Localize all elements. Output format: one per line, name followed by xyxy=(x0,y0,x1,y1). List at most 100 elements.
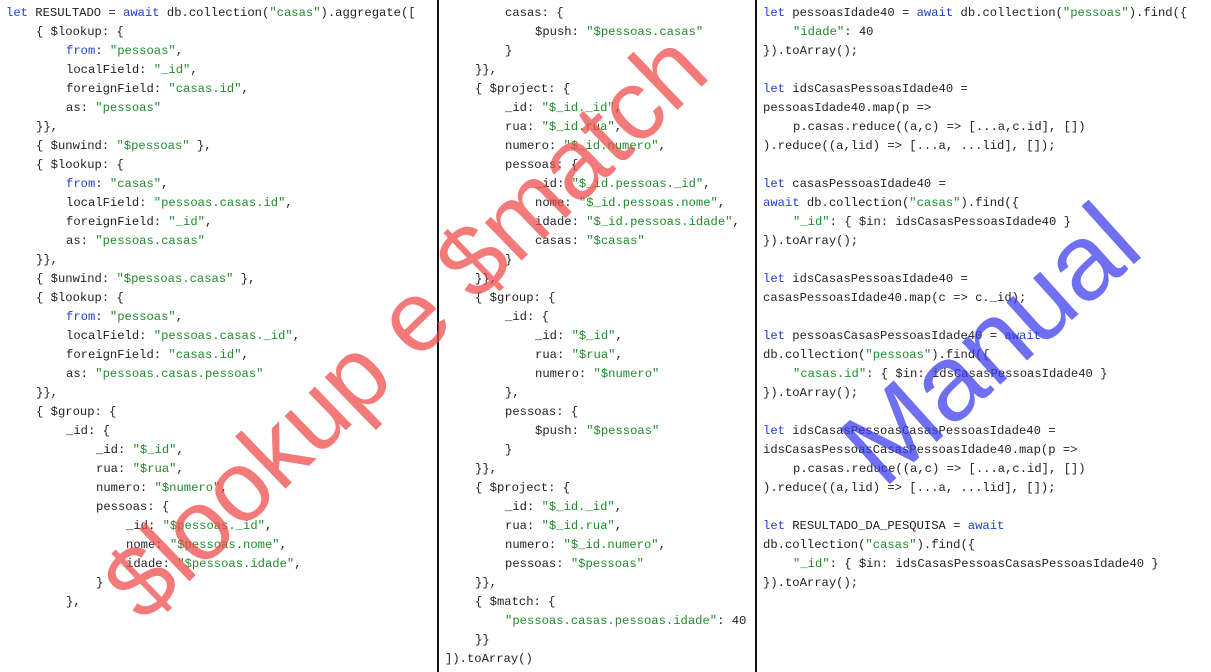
code-column-aggregate-part1: let RESULTADO = await db.collection("cas… xyxy=(0,0,437,672)
code-text: db.collection( xyxy=(763,348,866,362)
code-string: "casas.id" xyxy=(168,82,242,96)
code-text: , xyxy=(615,348,623,362)
code-text: foreignField: xyxy=(66,82,169,96)
code-line: pessoas: "$pessoas" xyxy=(505,555,644,574)
code-text: numero: xyxy=(535,367,594,381)
code-string: "pessoas.casas.pessoas.idade" xyxy=(505,614,718,628)
code-line: idade: "$pessoas.idade", xyxy=(126,555,302,574)
code-string: "$_id.pessoas._id" xyxy=(571,177,704,191)
code-text: pessoasIdade40.map(p => xyxy=(763,101,932,115)
code-line: await db.collection("casas").find({ xyxy=(763,194,1019,213)
code-line: } xyxy=(505,251,512,270)
code-line: $push: "$pessoas" xyxy=(535,422,659,441)
code-text: ).find({ xyxy=(916,538,976,552)
code-string: "_id" xyxy=(793,215,830,229)
code-text: rua: xyxy=(505,120,542,134)
code-text: , xyxy=(176,462,184,476)
code-string: "$_id._id" xyxy=(541,101,615,115)
code-text: }}, xyxy=(475,576,497,590)
code-line: }, xyxy=(505,384,520,403)
code-text: , xyxy=(717,196,726,210)
code-string: "pessoas.casas._id" xyxy=(153,329,293,343)
code-string: "pessoas" xyxy=(865,348,932,362)
code-line: }}, xyxy=(475,61,497,80)
code-text: }, xyxy=(189,139,212,153)
code-line: { $group: { xyxy=(36,403,116,422)
code-text: nome: xyxy=(126,538,170,552)
code-line: numero: "$numero" xyxy=(535,365,659,384)
code-text: , xyxy=(615,329,623,343)
code-text: , xyxy=(614,101,623,115)
code-string: "idade" xyxy=(793,25,845,39)
code-line: let idsCasasPessoasIdade40 = xyxy=(763,270,968,289)
code-text: { $project: { xyxy=(475,481,571,495)
code-keyword: await xyxy=(967,519,1005,533)
code-text: , xyxy=(614,500,623,514)
code-text: _id: xyxy=(505,500,542,514)
code-text: pessoas: { xyxy=(505,158,579,172)
code-string: "$_id.pessoas.nome" xyxy=(578,196,718,210)
code-text: }).toArray(); xyxy=(763,576,859,590)
code-line: { $unwind: "$pessoas" }, xyxy=(36,137,212,156)
code-text: idsCasasPessoasIdade40 = xyxy=(784,272,968,286)
code-text: numero: xyxy=(505,139,564,153)
code-text: , xyxy=(614,120,623,134)
code-text: numero: xyxy=(96,481,155,495)
code-text: localField: xyxy=(66,63,154,77)
code-line: casas: { xyxy=(505,4,564,23)
code-line: "_id": { $in: idsCasasPessoasIdade40 } xyxy=(793,213,1071,232)
code-string: "$rua" xyxy=(132,462,177,476)
code-text: , xyxy=(175,310,184,324)
code-line: _id: "$_id._id", xyxy=(505,99,622,118)
code-text: : 40 xyxy=(844,25,874,39)
code-text: $push: xyxy=(535,424,587,438)
code-string: "$pessoas.casas" xyxy=(116,272,234,286)
code-text: : xyxy=(95,310,110,324)
code-text: idsCasasPessoasCasasPessoasIdade40 = xyxy=(784,424,1056,438)
code-string: "$pessoas.nome" xyxy=(169,538,280,552)
code-line: localField: "_id", xyxy=(66,61,198,80)
code-line: from: "pessoas", xyxy=(66,308,183,327)
code-text: , xyxy=(294,557,302,571)
code-line: "pessoas.casas.pessoas.idade": 40 xyxy=(505,612,746,631)
code-text: , xyxy=(175,44,184,58)
code-line: }}, xyxy=(36,251,58,270)
code-text: ).aggregate([ xyxy=(320,6,416,20)
code-line: _id: { xyxy=(505,308,549,327)
code-line: from: "casas", xyxy=(66,175,168,194)
code-text: pessoas: { xyxy=(505,405,579,419)
code-text: db.collection( xyxy=(953,6,1063,20)
code-text: { $lookup: { xyxy=(36,158,124,172)
code-line: rua: "$rua", xyxy=(96,460,184,479)
code-string: "$numero" xyxy=(593,367,660,381)
code-text: as: xyxy=(66,234,96,248)
code-string: "$_id.rua" xyxy=(541,120,615,134)
code-line: as: "pessoas" xyxy=(66,99,161,118)
code-text: : xyxy=(95,177,110,191)
code-line: }}, xyxy=(475,460,497,479)
code-string: "pessoas.casas" xyxy=(95,234,205,248)
code-keyword: let xyxy=(6,6,28,20)
code-keyword: let xyxy=(763,6,785,20)
code-line: from: "pessoas", xyxy=(66,42,183,61)
code-text: ]).toArray() xyxy=(445,652,533,666)
code-line: numero: "$numero", xyxy=(96,479,228,498)
code-keyword: await xyxy=(123,6,160,20)
code-line: let RESULTADO_DA_PESQUISA = await xyxy=(763,517,1004,536)
code-line: { $project: { xyxy=(475,479,570,498)
code-string: "$pessoas.casas" xyxy=(586,25,704,39)
code-text: , xyxy=(292,329,301,343)
code-string: "$rua" xyxy=(571,348,616,362)
code-text: , xyxy=(658,538,666,552)
code-block: let RESULTADO = await db.collection("cas… xyxy=(0,0,437,672)
code-keyword: from xyxy=(66,310,96,324)
code-text: }).toArray(); xyxy=(763,44,859,58)
code-line: { $project: { xyxy=(475,80,570,99)
code-line: as: "pessoas.casas" xyxy=(66,232,205,251)
code-line: foreignField: "casas.id", xyxy=(66,346,249,365)
code-text: { $lookup: { xyxy=(36,291,124,305)
code-keyword: let xyxy=(763,272,785,286)
code-column-aggregate-part2: casas: {$push: "$pessoas.casas"}}}, { $pr… xyxy=(439,0,755,672)
code-text: foreignField: xyxy=(66,215,169,229)
code-column-manual: let pessoasIdade40 = await db.collection… xyxy=(757,0,1211,672)
